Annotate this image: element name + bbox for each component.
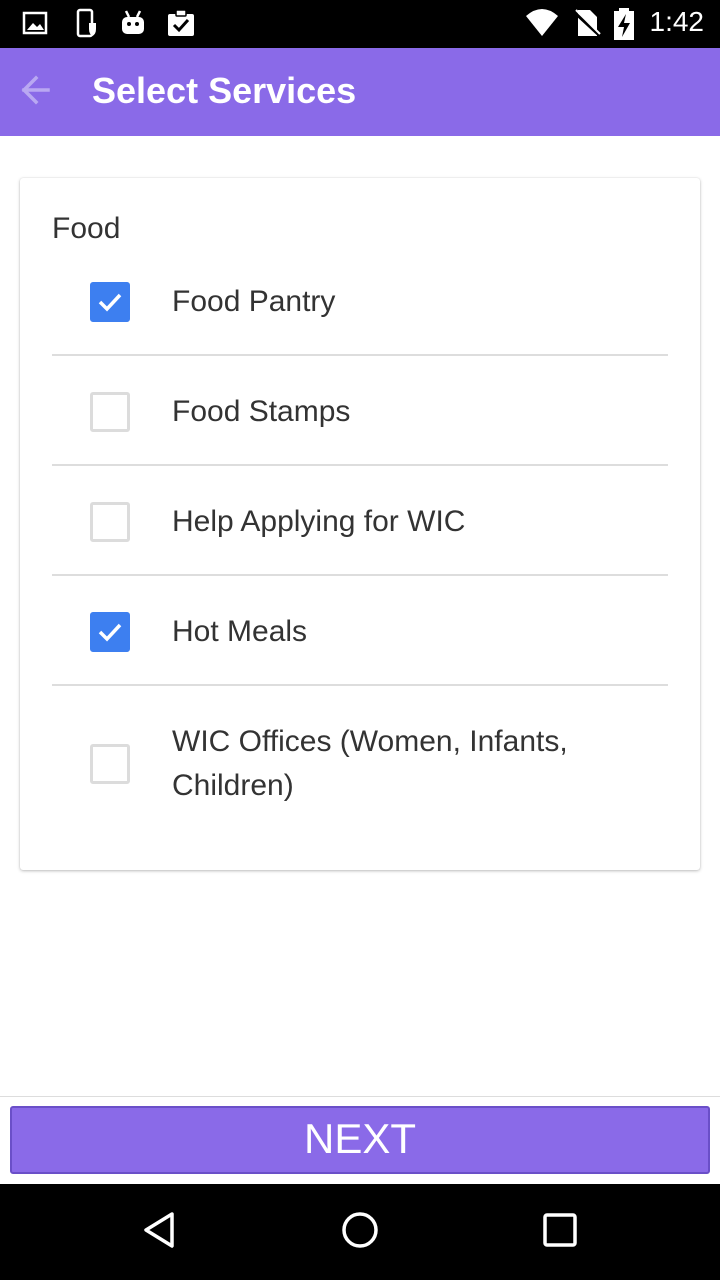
list-item-hot-meals[interactable]: Hot Meals: [52, 576, 668, 686]
home-circle-icon: [340, 1210, 380, 1255]
list-item-help-applying-wic[interactable]: Help Applying for WIC: [52, 466, 668, 576]
item-label: Food Stamps: [172, 395, 351, 428]
checkbox-food-stamps[interactable]: [90, 392, 130, 432]
list-item-food-pantry[interactable]: Food Pantry: [52, 246, 668, 356]
recents-square-icon: [540, 1210, 580, 1255]
app-bar: Select Services: [0, 48, 720, 136]
checkbox-hot-meals[interactable]: [90, 612, 130, 652]
next-button[interactable]: NEXT: [10, 1106, 710, 1174]
status-bar: 1:42: [0, 0, 720, 48]
checkbox-help-applying-wic[interactable]: [90, 502, 130, 542]
footer-divider: [0, 1096, 720, 1097]
page-title: Select Services: [92, 70, 357, 111]
item-label: Food Pantry: [172, 285, 336, 318]
section-title: Food: [52, 212, 121, 245]
nav-home-button[interactable]: [330, 1202, 390, 1262]
nav-back-button[interactable]: [130, 1202, 190, 1262]
list-item-wic-offices[interactable]: WIC Offices (Women, Infants, Children): [52, 686, 668, 840]
item-label: WIC Offices (Women, Infants, Children): [172, 725, 568, 802]
back-button[interactable]: [4, 62, 64, 122]
checkbox-wic-offices[interactable]: [90, 744, 130, 784]
check-icon: [98, 293, 122, 312]
navigation-bar: [0, 1184, 720, 1280]
image-icon: [20, 8, 50, 38]
nav-recents-button[interactable]: [530, 1202, 590, 1262]
arrow-left-icon: [16, 72, 52, 113]
phone-shield-icon: [72, 8, 102, 38]
services-card: Food Food Pantry Food Stamps Help Applyi…: [20, 178, 700, 870]
check-icon: [98, 623, 122, 642]
item-label: Help Applying for WIC: [172, 505, 466, 538]
wifi-icon: [524, 8, 560, 38]
back-triangle-icon: [140, 1210, 180, 1255]
checkbox-food-pantry[interactable]: [90, 282, 130, 322]
no-sim-icon: [572, 8, 602, 38]
clipboard-check-icon: [166, 8, 196, 38]
item-label: Hot Meals: [172, 615, 308, 648]
android-icon: [118, 8, 148, 38]
battery-charging-icon: [612, 8, 636, 40]
status-time: 1:42: [649, 6, 705, 37]
list-item-food-stamps[interactable]: Food Stamps: [52, 356, 668, 466]
